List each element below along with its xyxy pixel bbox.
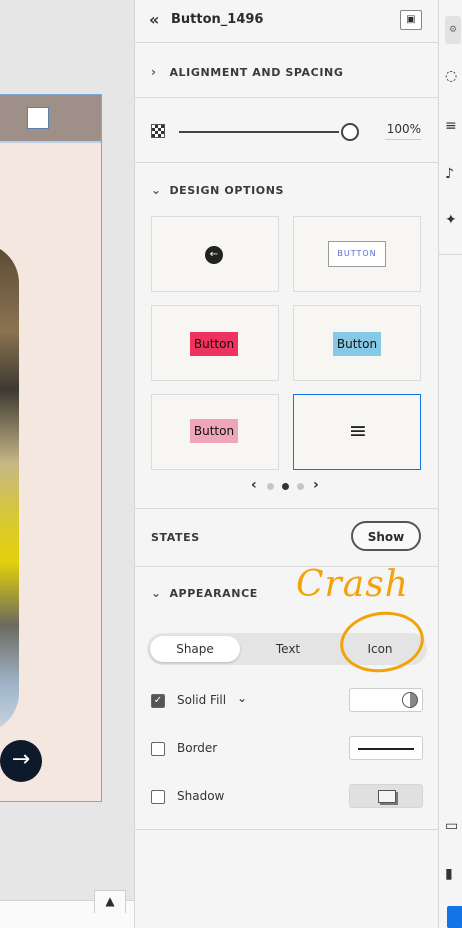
frame-icon[interactable]: ▭ [445,818,458,834]
chevron-right-icon: › [151,65,157,79]
design-options-pager: ‹ › [251,477,331,493]
panel-header: « Button_1496 ▣ [135,0,438,43]
selection-handle[interactable] [27,107,49,129]
layers-icon[interactable]: ▮ [445,866,453,882]
artboard[interactable] [0,94,102,802]
design-canvas[interactable]: → ▲ [0,0,134,928]
red-button-preview: Button [190,332,238,356]
design-option-pink[interactable]: Button [151,394,279,470]
states-label: STATES [151,531,200,544]
pink-button-preview: Button [190,419,238,443]
right-toolbar: ⚙ ◌ ≡ ♪ ✦ ▭ ▮ [438,0,462,928]
crash-annotation: Crash [296,564,409,605]
shadow-checkbox[interactable] [151,790,165,804]
chevron-double-left-icon[interactable]: « [149,10,159,29]
alignment-label: ALIGNMENT AND SPACING [169,66,344,79]
appearance-label: APPEARANCE [169,587,258,600]
opacity-slider-track[interactable] [179,131,339,133]
solid-fill-row: ✓ Solid Fill ⌄ [151,688,423,712]
design-options-label: DESIGN OPTIONS [169,184,285,197]
pager-dot[interactable] [267,483,274,490]
states-section: STATES Show [135,509,438,567]
component-title: Button_1496 [171,12,264,27]
shadow-row: Shadow [151,784,423,808]
pager-dot-active[interactable] [282,483,289,490]
outline-button-preview: BUTTON [328,241,386,267]
appearance-header[interactable]: ⌄ APPEARANCE [151,586,258,600]
share-icon[interactable] [447,906,462,928]
design-options-header[interactable]: ⌄ DESIGN OPTIONS [151,183,284,197]
opacity-slider-thumb[interactable] [341,123,359,141]
design-options-section: ⌄ DESIGN OPTIONS ← BUTTON Button Button … [135,163,438,509]
alignment-section[interactable]: › ALIGNMENT AND SPACING [135,43,438,98]
border-label: Border [177,741,218,755]
chevron-down-icon: ⌄ [151,586,162,600]
design-option-red[interactable]: Button [151,305,279,381]
fill-color-control[interactable] [349,688,423,712]
checkerboard-opacity-icon [151,124,165,138]
music-note-icon[interactable]: ♪ [445,166,454,182]
property-inspector: « Button_1496 ▣ › ALIGNMENT AND SPACING … [134,0,438,928]
blue-button-preview: Button [333,332,381,356]
shadow-control[interactable] [349,784,423,808]
rail-divider [439,254,462,255]
show-states-button[interactable]: Show [351,521,421,551]
segment-shape[interactable]: Shape [150,636,240,662]
fill-color-swatch-icon [402,692,418,708]
component-icon[interactable]: ◌ [445,68,457,84]
solid-fill-label: Solid Fill [177,693,227,707]
arrow-left-icon: ← [205,246,223,264]
design-option-blue[interactable]: Button [293,305,421,381]
opacity-section: 100% [135,98,438,163]
next-arrow-button[interactable]: → [0,740,42,782]
border-row: Border [151,736,423,760]
opacity-value-field[interactable]: 100% [385,122,421,140]
artboard-header-bar [0,95,101,143]
plugin-icon[interactable]: ✦ [445,212,457,228]
hero-image[interactable] [0,243,19,733]
border-checkbox[interactable] [151,742,165,756]
border-line-preview [358,748,414,750]
shadow-preview-icon [378,790,396,803]
solid-fill-checkbox[interactable]: ✓ [151,694,165,708]
hamburger-menu-icon: ≡ [348,419,368,444]
alignment-header[interactable]: › ALIGNMENT AND SPACING [151,65,343,79]
shadow-label: Shadow [177,789,225,803]
collapse-caret-icon[interactable]: ▲ [94,890,126,913]
chevron-down-icon[interactable]: ⌄ [237,691,247,705]
pager-prev-icon[interactable]: ‹ [251,477,257,493]
chevron-down-icon: ⌄ [151,183,162,197]
pager-dot[interactable] [297,483,304,490]
design-option-menu[interactable]: ≡ [293,394,421,470]
design-option-round-arrow[interactable]: ← [151,216,279,292]
design-option-outline[interactable]: BUTTON [293,216,421,292]
appearance-section: ⌄ APPEARANCE Shape Text Icon ✓ Solid Fil… [135,567,438,830]
segment-text[interactable]: Text [243,636,333,662]
text-styles-icon[interactable]: ≡ [445,118,457,134]
properties-tab-icon[interactable]: ⚙ [445,16,461,44]
border-style-control[interactable] [349,736,423,760]
pager-next-icon[interactable]: › [313,477,319,493]
preview-icon[interactable]: ▣ [400,10,422,30]
